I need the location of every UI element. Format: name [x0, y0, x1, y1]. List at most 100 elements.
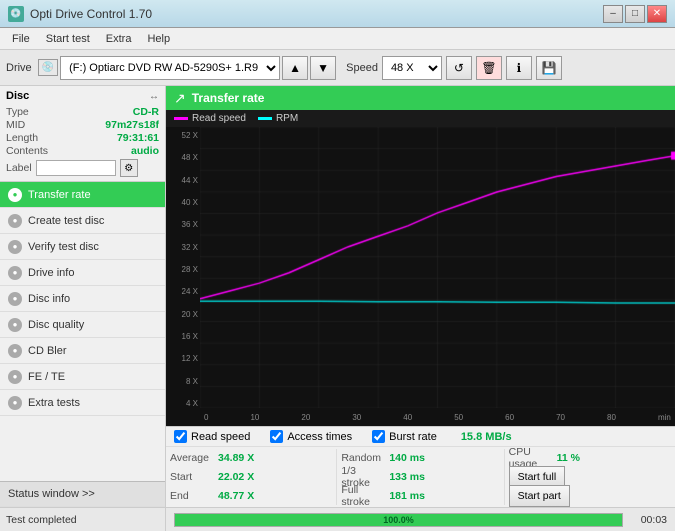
progress-bar-fill: 100.0% — [175, 514, 622, 526]
read-speed-check-label: Read speed — [191, 431, 250, 443]
status-window-button[interactable]: Status window >> — [0, 481, 165, 507]
nav-list: ● Transfer rate ● Create test disc ●Verify t… — [0, 182, 165, 416]
burst-rate-check-label: Burst rate — [389, 431, 437, 443]
random-key: Random — [341, 452, 385, 464]
nav-label-extra-tests: Extra tests — [28, 397, 80, 409]
nav-label-cd-bler: CD Bler — [28, 345, 67, 357]
disc-length-val: 79:31:61 — [117, 132, 159, 144]
x-label-30: 30 — [352, 413, 361, 422]
menu-extra[interactable]: Extra — [98, 31, 140, 47]
nav-icon-fe-te: ● — [8, 370, 22, 384]
title-bar: 💿 Opti Drive Control 1.70 – □ ✕ — [0, 0, 675, 28]
access-times-check[interactable]: Access times — [270, 430, 352, 443]
status-progress-area: 100.0% 00:03 — [166, 513, 675, 527]
end-key: End — [170, 490, 214, 502]
status-bar: Test completed 100.0% 00:03 — [0, 507, 675, 531]
x-label-80: 80 — [607, 413, 616, 422]
nav-item-disc-quality[interactable]: ● Disc quality — [0, 312, 165, 338]
menu-start-test[interactable]: Start test — [38, 31, 98, 47]
disc-label-edit-button[interactable]: ⚙ — [120, 159, 138, 177]
drive-up-button[interactable]: ▲ — [282, 56, 308, 80]
read-speed-check[interactable]: Read speed — [174, 430, 250, 443]
nav-item-fe-te[interactable]: ●FE / TE — [0, 364, 165, 390]
progress-label: 100.0% — [383, 515, 414, 525]
burst-rate-check[interactable]: Burst rate — [372, 430, 437, 443]
nav-item-drive-info[interactable]: ●Drive info — [0, 260, 165, 286]
speed-label: Speed — [346, 62, 378, 74]
legend-read-speed: Read speed — [174, 113, 246, 124]
access-times-check-label: Access times — [287, 431, 352, 443]
nav-item-verify-test-disc[interactable]: ●Verify test disc — [0, 234, 165, 260]
burst-rate-checkbox[interactable] — [372, 430, 385, 443]
menu-help[interactable]: Help — [139, 31, 178, 47]
stats-col-1: Average 34.89 X Start 22.02 X End 48.77 … — [170, 449, 336, 505]
nav-icon-disc-quality: ● — [8, 318, 22, 332]
disc-length-key: Length — [6, 132, 38, 144]
legend-rpm: RPM — [258, 113, 298, 124]
y-label-28: 28 X — [168, 265, 198, 274]
chart-header-icon: ↗ — [174, 90, 186, 107]
disc-arrow-button[interactable]: ↔ — [149, 91, 159, 102]
window-controls: – □ ✕ — [603, 5, 667, 23]
maximize-button[interactable]: □ — [625, 5, 645, 23]
speed-select[interactable]: 48 X — [382, 56, 442, 80]
nav-item-create-test-disc[interactable]: ● Create test disc — [0, 208, 165, 234]
avg-val: 34.89 X — [218, 452, 268, 464]
nav-icon-create-test-disc: ● — [8, 214, 22, 228]
menu-bar: File Start test Extra Help — [0, 28, 675, 50]
save-button[interactable]: 💾 — [536, 56, 562, 80]
y-label-44: 44 X — [168, 176, 198, 185]
minimize-button[interactable]: – — [603, 5, 623, 23]
drive-select[interactable]: (F:) Optiarc DVD RW AD-5290S+ 1.R9 — [60, 56, 280, 80]
drive-icon: 💿 — [38, 59, 58, 76]
nav-item-extra-tests[interactable]: ● Extra tests — [0, 390, 165, 416]
nav-item-disc-info[interactable]: ●Disc info — [0, 286, 165, 312]
stats-col-3: CPU usage 11 % Start full Start part — [504, 449, 671, 505]
disc-contents-key: Contents — [6, 145, 48, 157]
chart-title: Transfer rate — [192, 91, 265, 105]
nav-label-create-test-disc: Create test disc — [28, 215, 104, 227]
main-layout: Disc ↔ Type CD-R MID 97m27s18f Length 79… — [0, 86, 675, 507]
cpu-val: 11 % — [557, 452, 607, 464]
erase-button[interactable]: 🗑 — [476, 56, 502, 80]
access-times-checkbox[interactable] — [270, 430, 283, 443]
y-label-24: 24 X — [168, 287, 198, 296]
nav-icon-cd-bler: ● — [8, 344, 22, 358]
disc-title: Disc — [6, 90, 29, 102]
nav-item-cd-bler[interactable]: ● CD Bler — [0, 338, 165, 364]
fullstroke-val: 181 ms — [389, 490, 439, 502]
nav-label-disc-info: Disc info — [28, 293, 70, 305]
left-panel: Disc ↔ Type CD-R MID 97m27s18f Length 79… — [0, 86, 166, 507]
status-text: Test completed — [6, 514, 77, 526]
nav-item-transfer-rate[interactable]: ● Transfer rate — [0, 182, 165, 208]
disc-contents-val: audio — [131, 145, 159, 157]
drive-down-button[interactable]: ▼ — [310, 56, 336, 80]
y-label-12: 12 X — [168, 354, 198, 363]
nav-icon-extra-tests: ● — [8, 396, 22, 410]
x-label-50: 50 — [454, 413, 463, 422]
nav-label-disc-quality: Disc quality — [28, 319, 84, 331]
disc-label-input[interactable] — [36, 160, 116, 176]
start-part-button[interactable]: Start part — [509, 485, 570, 507]
legend-read-speed-color — [174, 117, 188, 120]
read-speed-checkbox[interactable] — [174, 430, 187, 443]
speed-go-button[interactable]: ↺ — [446, 56, 472, 80]
x-axis: 0 10 20 30 40 50 60 70 80 min — [200, 408, 675, 426]
nav-icon-transfer-rate: ● — [8, 188, 22, 202]
app-title: Opti Drive Control 1.70 — [30, 7, 152, 21]
chart-header: ↗ Transfer rate — [166, 86, 675, 110]
check-row: Read speed Access times Burst rate 15.8 … — [166, 426, 675, 446]
info-button[interactable]: ℹ — [506, 56, 532, 80]
y-label-16: 16 X — [168, 332, 198, 341]
burst-rate-value: 15.8 MB/s — [461, 431, 512, 443]
x-label-70: 70 — [556, 413, 565, 422]
menu-file[interactable]: File — [4, 31, 38, 47]
legend-rpm-color — [258, 117, 272, 120]
chart-legend: Read speed RPM — [166, 110, 675, 127]
y-label-32: 32 X — [168, 243, 198, 252]
y-label-20: 20 X — [168, 310, 198, 319]
status-left: Test completed — [0, 508, 166, 531]
nav-label-transfer-rate: Transfer rate — [28, 189, 91, 201]
close-button[interactable]: ✕ — [647, 5, 667, 23]
right-panel: ↗ Transfer rate Read speed RPM 52 X — [166, 86, 675, 507]
